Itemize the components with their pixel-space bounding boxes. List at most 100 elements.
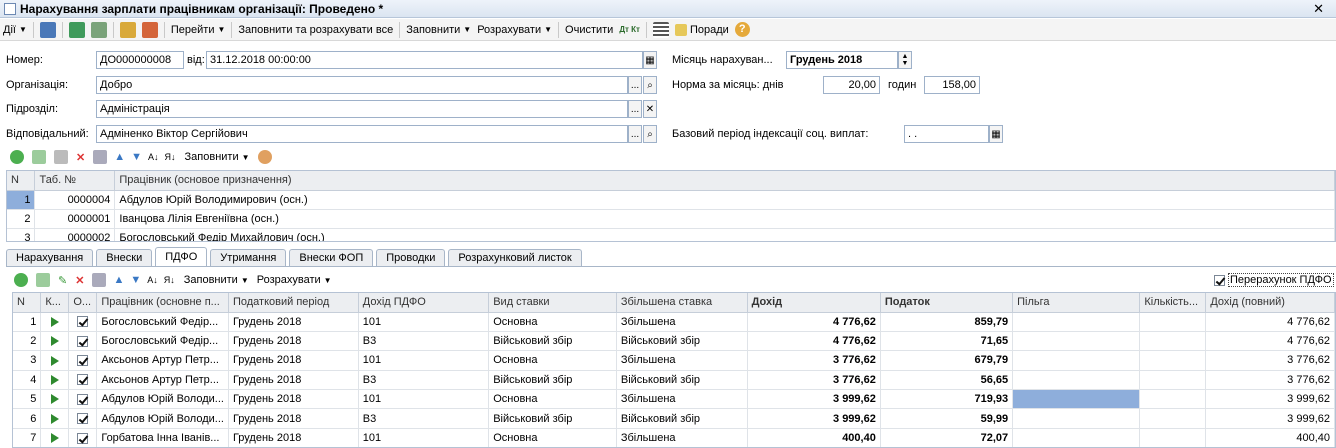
employees-fill-menu[interactable]: Заповнити ▼	[185, 151, 250, 163]
quantity-cell[interactable]	[1139, 408, 1207, 429]
tax-cell[interactable]: 72,07	[880, 428, 1014, 447]
full-income-cell[interactable]: 400,40	[1205, 428, 1335, 447]
user-select-icon[interactable]	[257, 150, 272, 164]
increased-rate-cell[interactable]: Збільшена	[616, 428, 748, 447]
edit-icon[interactable]	[54, 150, 68, 164]
table-row[interactable]: 6 Абдулов Юрій Володи... Грудень 2018 В3 Вій…	[13, 408, 1335, 429]
full-income-cell[interactable]: 4 776,62	[1205, 312, 1335, 332]
full-income-cell[interactable]: 3 999,62	[1205, 389, 1335, 410]
delete-icon[interactable]: ✕	[75, 274, 84, 287]
employee-cell[interactable]: Аксьонов Артур Петр...	[96, 350, 229, 371]
col-header[interactable]: Дохід ПДФО	[358, 293, 490, 313]
full-income-cell[interactable]: 4 776,62	[1205, 331, 1335, 352]
check-cell[interactable]	[68, 428, 98, 447]
income-code-cell[interactable]: В3	[358, 370, 490, 391]
sort-desc-icon[interactable]: Я↓	[164, 275, 175, 285]
col-header[interactable]: Дохід (повний)	[1205, 293, 1335, 313]
col-header[interactable]: Працівник (основне п...	[96, 293, 229, 313]
pdfo-fill-menu[interactable]: Заповнити ▼	[184, 274, 249, 286]
income-cell[interactable]: 3 999,62	[747, 389, 881, 410]
period-cell[interactable]: Грудень 2018	[228, 370, 359, 391]
search-icon[interactable]: ⌕	[643, 76, 657, 94]
sort-asc-icon[interactable]: A↓	[148, 152, 159, 162]
relief-cell[interactable]	[1012, 408, 1141, 429]
move-down-icon[interactable]: ▼	[131, 151, 142, 163]
base-period-field[interactable]: . .	[904, 125, 989, 143]
kind-cell[interactable]	[40, 389, 70, 410]
col-header[interactable]: Пільга	[1012, 293, 1141, 313]
table-row[interactable]: 1 Богословський Федір... Грудень 2018 101 Ос…	[13, 312, 1335, 332]
tax-cell[interactable]: 679,79	[880, 350, 1014, 371]
pdfo-calculate-menu[interactable]: Розрахувати ▼	[257, 274, 332, 286]
table-row[interactable]: 5 Абдулов Юрій Володи... Грудень 2018 101 Ос…	[13, 389, 1335, 410]
increased-rate-cell[interactable]: Військовий збір	[616, 331, 748, 352]
employee-cell[interactable]: Богословський Федір...	[96, 312, 229, 332]
dept-select-button[interactable]: ...	[628, 100, 642, 118]
calendar-icon[interactable]: ▦	[989, 125, 1003, 143]
income-code-cell[interactable]: В3	[358, 408, 490, 429]
employee-cell[interactable]: Аксьонов Артур Петр...	[96, 370, 229, 391]
increased-rate-cell[interactable]: Військовий збір	[616, 408, 748, 429]
check-cell[interactable]	[68, 389, 98, 410]
table-row[interactable]: 7 Горбатова Інна Іванів... Грудень 2018 101…	[13, 428, 1335, 447]
tax-cell[interactable]: 719,93	[880, 389, 1014, 410]
resp-select-button[interactable]: ...	[628, 125, 642, 143]
check-cell[interactable]	[68, 350, 98, 371]
copy-row-icon[interactable]	[36, 273, 50, 287]
move-up-icon[interactable]: ▲	[114, 151, 125, 163]
relief-cell[interactable]	[1012, 331, 1141, 352]
income-code-cell[interactable]: 101	[358, 428, 490, 447]
dept-field[interactable]: Адміністрація	[96, 100, 628, 118]
row-number[interactable]: 5	[13, 389, 42, 410]
tax-cell[interactable]: 71,65	[880, 331, 1014, 352]
check-cell[interactable]	[68, 370, 98, 391]
col-header[interactable]: N	[7, 171, 36, 191]
col-header[interactable]: N	[13, 293, 42, 313]
rate-type-cell[interactable]: Основна	[488, 312, 617, 332]
income-cell[interactable]: 3 999,62	[747, 408, 881, 429]
end-edit-icon[interactable]	[92, 273, 107, 287]
date-field[interactable]: 31.12.2018 00:00:00	[206, 51, 643, 69]
tax-cell[interactable]: 859,79	[880, 312, 1014, 332]
fill-menu[interactable]: Заповнити ▼	[403, 20, 474, 40]
relief-cell[interactable]	[1012, 389, 1141, 410]
relief-cell[interactable]	[1012, 350, 1141, 371]
quantity-cell[interactable]	[1139, 428, 1207, 447]
tab-postings[interactable]: Проводки	[376, 249, 446, 266]
employee-cell[interactable]: Горбатова Інна Іванів...	[96, 428, 229, 447]
end-edit-icon[interactable]	[93, 150, 108, 164]
quantity-cell[interactable]	[1139, 331, 1207, 352]
kind-cell[interactable]	[40, 350, 70, 371]
dt-kt-button[interactable]: Дт Кт	[616, 20, 643, 40]
period-cell[interactable]: Грудень 2018	[228, 312, 359, 332]
goto-menu[interactable]: Перейти ▼	[168, 20, 229, 40]
actions-menu[interactable]: Дії ▼	[0, 20, 30, 40]
rate-type-cell[interactable]: Військовий збір	[488, 408, 617, 429]
rate-type-cell[interactable]: Основна	[488, 350, 617, 371]
full-income-cell[interactable]: 3 999,62	[1205, 408, 1335, 429]
checkbox[interactable]	[77, 393, 89, 405]
col-header[interactable]: Податковий період	[228, 293, 359, 313]
export-button[interactable]	[139, 20, 161, 40]
income-cell[interactable]: 3 776,62	[747, 350, 881, 371]
norm-days-field[interactable]: 20,00	[823, 76, 880, 94]
tips-button[interactable]: Поради	[672, 20, 732, 40]
quantity-cell[interactable]	[1139, 370, 1207, 391]
full-income-cell[interactable]: 3 776,62	[1205, 350, 1335, 371]
sort-desc-icon[interactable]: Я↓	[165, 152, 176, 162]
org-field[interactable]: Добро	[96, 76, 628, 94]
income-cell[interactable]: 400,40	[747, 428, 881, 447]
row-number[interactable]: 7	[13, 428, 42, 447]
checkbox[interactable]	[77, 316, 89, 328]
income-code-cell[interactable]: 101	[358, 350, 490, 371]
table-row[interactable]: 3 Аксьонов Артур Петр... Грудень 2018 101 Ос…	[13, 350, 1335, 371]
table-row[interactable]: 2 Богословський Федір... Грудень 2018 В3 Вій…	[13, 331, 1335, 352]
calculate-menu[interactable]: Розрахувати ▼	[474, 20, 555, 40]
post-close-button[interactable]	[37, 20, 59, 40]
col-header[interactable]: Вид ставки	[488, 293, 617, 313]
row-number[interactable]: 3	[13, 350, 42, 371]
close-icon[interactable]: ✕	[1313, 1, 1324, 17]
increased-rate-cell[interactable]: Військовий збір	[616, 370, 748, 391]
recalc-pdfo-checkbox[interactable]: Перерахунок ПДФО	[1214, 273, 1334, 287]
period-cell[interactable]: Грудень 2018	[228, 428, 359, 447]
